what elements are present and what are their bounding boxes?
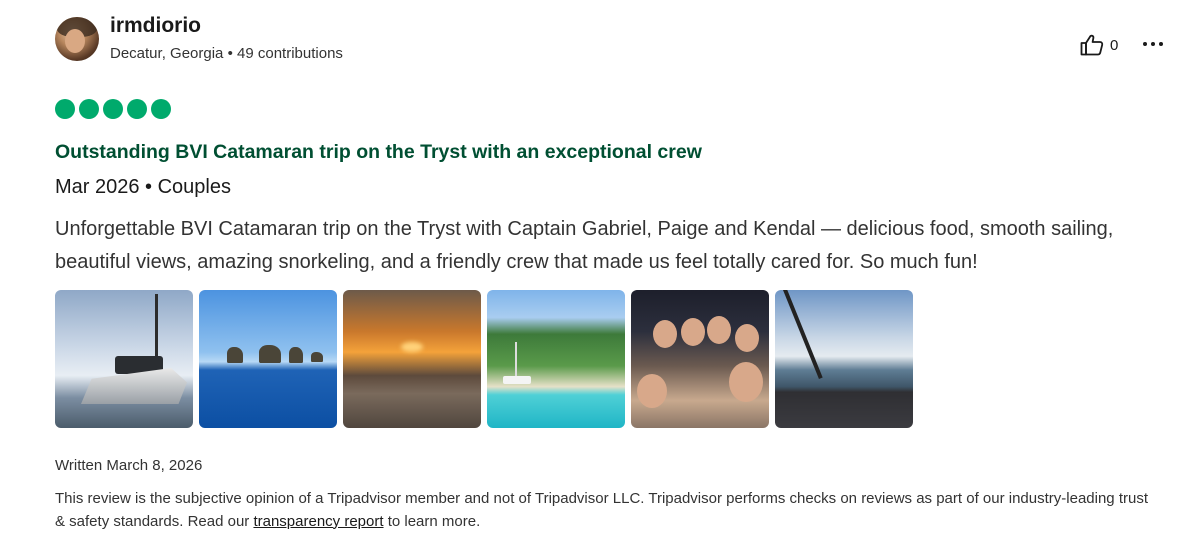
user-avatar[interactable]	[55, 17, 99, 61]
rating-bubbles	[55, 99, 171, 119]
review-title[interactable]: Outstanding BVI Catamaran trip on the Tr…	[55, 141, 702, 164]
review-photo[interactable]	[343, 290, 481, 428]
disclaimer-text-end: to learn more.	[383, 512, 481, 530]
review-text: Unforgettable BVI Catamaran trip on the …	[55, 218, 1114, 273]
review-photo[interactable]	[487, 290, 625, 428]
rating-bubble	[103, 99, 123, 119]
rating-bubble	[151, 99, 171, 119]
helpful-vote-button[interactable]: 0	[1080, 34, 1118, 56]
user-contributions: 49 contributions	[237, 45, 343, 62]
trip-info: Mar 2026 • Couples	[55, 176, 231, 198]
user-meta: Decatur, Georgia • 49 contributions	[110, 45, 343, 62]
helpful-count: 0	[1110, 36, 1119, 54]
review-photo[interactable]	[631, 290, 769, 428]
transparency-report-link[interactable]: transparency report	[253, 513, 383, 530]
review-disclaimer: This review is the subjective opinion of…	[55, 488, 1155, 533]
rating-bubble	[79, 99, 99, 119]
review-photo[interactable]	[199, 290, 337, 428]
written-date: Written March 8, 2026	[55, 457, 203, 474]
more-dots-icon	[1143, 42, 1147, 46]
user-location: Decatur, Georgia	[110, 45, 224, 62]
review-photo[interactable]	[55, 290, 193, 428]
disclaimer-text: This review is the subjective opinion of…	[55, 490, 1148, 530]
more-options-button[interactable]	[1140, 33, 1166, 55]
rating-bubble	[127, 99, 147, 119]
meta-separator: •	[227, 45, 233, 62]
review-photo[interactable]	[775, 290, 913, 428]
user-name[interactable]: irmdiorio	[110, 14, 201, 38]
review-photos	[55, 290, 913, 428]
thumbs-up-icon	[1080, 34, 1104, 56]
rating-bubble	[55, 99, 75, 119]
